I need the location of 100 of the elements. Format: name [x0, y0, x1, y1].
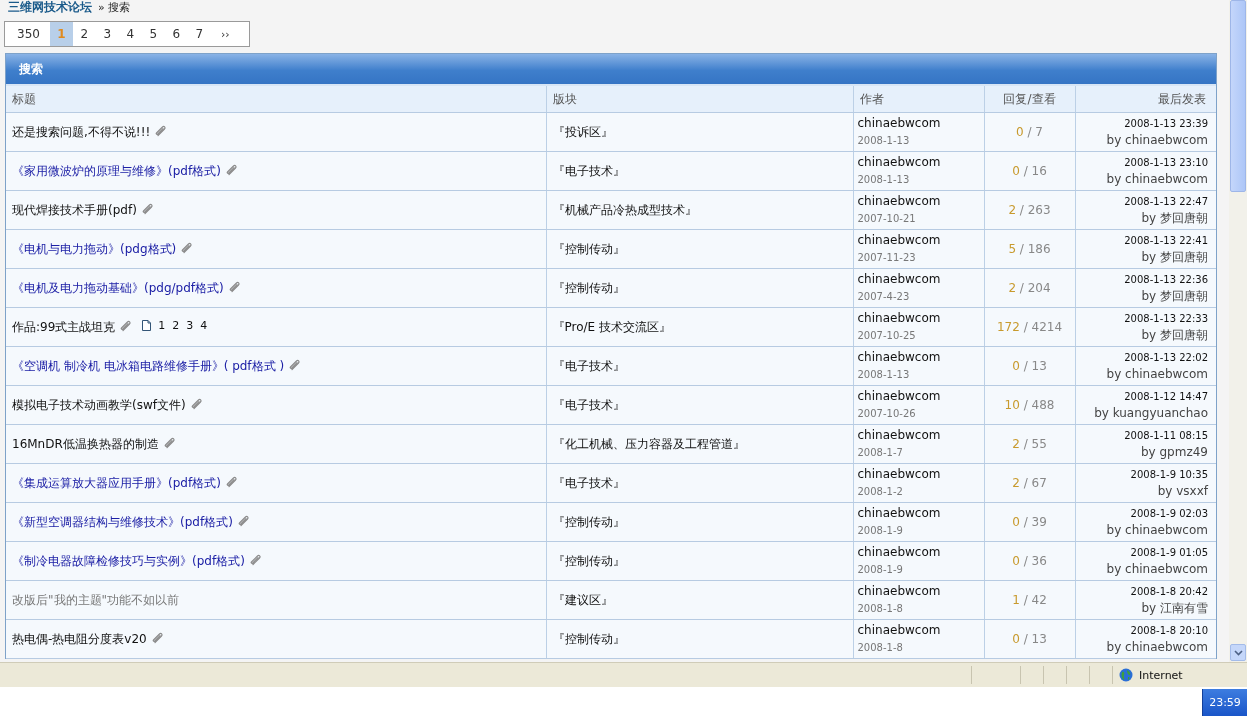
thread-title[interactable]: 《新型空调器结构与维修技术》(pdf格式) [12, 514, 233, 529]
thread-title[interactable]: 《集成运算放大器应用手册》(pdf格式) [12, 475, 221, 490]
last-poster: by vsxxf [1156, 483, 1208, 500]
last-post-time: 2008-1-9 01:05 [1129, 546, 1208, 560]
page-link[interactable]: 4 [118, 22, 142, 46]
page-link[interactable]: 2 [172, 318, 180, 332]
author-link[interactable]: chinaebwcom [857, 271, 978, 288]
column-header: 回复/查看 [984, 86, 1075, 113]
reply-view-count: 2 / 204 [1008, 281, 1051, 295]
board-link[interactable]: 『电子技术』 [552, 358, 625, 373]
post-date: 2008-1-2 [857, 485, 904, 499]
thread-title[interactable]: 《电机及电力拖动基础》(pdg/pdf格式) [12, 280, 224, 295]
post-date: 2008-1-13 [857, 368, 911, 382]
thread-title[interactable]: 《电机与电力拖动》(pdg格式) [12, 241, 177, 256]
next-page-link[interactable]: ›› [210, 22, 230, 46]
last-poster: by chinaebwcom [1105, 522, 1208, 539]
last-post-time: 2008-1-8 20:10 [1129, 624, 1208, 638]
reply-view-count: 0 / 16 [1012, 164, 1047, 178]
last-post-time: 2008-1-13 23:39 [1123, 117, 1208, 131]
reply-view-count: 0 / 13 [1012, 632, 1047, 646]
page-link[interactable]: 4 [200, 318, 208, 332]
post-date: 2008-1-8 [857, 602, 904, 616]
board-link[interactable]: 『控制传动』 [552, 553, 625, 568]
reply-view-count: 10 / 488 [1004, 398, 1055, 412]
post-date: 2007-11-23 [857, 251, 917, 265]
post-date: 2007-10-25 [857, 329, 917, 343]
post-date: 2008-1-7 [857, 446, 904, 460]
last-poster: by 梦回唐朝 [1140, 327, 1208, 344]
author-link[interactable]: chinaebwcom [857, 622, 978, 639]
board-link[interactable]: 『建议区』 [552, 592, 613, 607]
last-poster: by gpmz49 [1139, 444, 1208, 461]
author-link[interactable]: chinaebwcom [857, 154, 978, 171]
last-post-time: 2008-1-12 14:47 [1123, 390, 1208, 404]
last-post-time: 2008-1-8 20:42 [1129, 585, 1208, 599]
forum-link[interactable]: 三维网技术论坛 [8, 0, 92, 16]
board-link[interactable]: 『投诉区』 [552, 124, 613, 139]
author-link[interactable]: chinaebwcom [857, 349, 978, 366]
author-link[interactable]: chinaebwcom [857, 505, 978, 522]
board-link[interactable]: 『电子技术』 [552, 163, 625, 178]
scrollbar[interactable] [1229, 0, 1247, 662]
author-link[interactable]: chinaebwcom [857, 427, 978, 444]
author-link[interactable]: chinaebwcom [857, 115, 978, 132]
total-count: 350 [16, 26, 41, 43]
post-date: 2007-4-23 [857, 290, 911, 304]
last-post-time: 2008-1-13 22:33 [1123, 312, 1208, 326]
board-link[interactable]: 『电子技术』 [552, 475, 625, 490]
board-link[interactable]: 『控制传动』 [552, 631, 625, 646]
thread-title[interactable]: 《空调机 制冷机 电冰箱电路维修手册》( pdf格式 ) [12, 358, 285, 373]
board-link[interactable]: 『化工机械、压力容器及工程管道』 [552, 436, 745, 451]
reply-view-count: 2 / 263 [1008, 203, 1051, 217]
column-header: 版块 [546, 86, 853, 113]
page-link[interactable]: 6 [164, 22, 188, 46]
taskbar-clock[interactable]: 23:59 [1202, 689, 1247, 716]
page-link[interactable]: 3 [95, 22, 119, 46]
breadcrumb-current: » 搜索 [98, 0, 131, 15]
last-poster: by 梦回唐朝 [1140, 249, 1208, 266]
thread-title: 热电偶-热电阻分度表v20 [12, 631, 147, 646]
board-link[interactable]: 『控制传动』 [552, 241, 625, 256]
thread-title: 作品:99式主战坦克 [12, 319, 116, 334]
last-post-time: 2008-1-13 22:41 [1123, 234, 1208, 248]
page-link[interactable]: 5 [141, 22, 165, 46]
author-link[interactable]: chinaebwcom [857, 388, 978, 405]
board-link[interactable]: 『控制传动』 [552, 280, 625, 295]
board-link[interactable]: 『控制传动』 [552, 514, 625, 529]
board-link[interactable]: 『Pro/E 技术交流区』 [552, 319, 671, 334]
page-link[interactable]: 3 [186, 318, 194, 332]
post-date: 2008-1-8 [857, 641, 904, 655]
last-post-time: 2008-1-9 02:03 [1129, 507, 1208, 521]
thread-title[interactable]: 《家用微波炉的原理与维修》(pdf格式) [12, 163, 221, 178]
board-link[interactable]: 『机械产品冷热成型技术』 [552, 202, 697, 217]
column-header: 最后发表 [1075, 86, 1216, 113]
post-date: 2008-1-13 [857, 134, 911, 148]
post-date: 2007-10-26 [857, 407, 917, 421]
thread-title[interactable]: 《制冷电器故障检修技巧与实例》(pdf格式) [12, 553, 245, 568]
last-poster: by chinaebwcom [1105, 171, 1208, 188]
page-link[interactable]: 2 [72, 22, 96, 46]
last-post-time: 2008-1-13 23:10 [1123, 156, 1208, 170]
scroll-down-button[interactable] [1230, 644, 1246, 661]
last-post-time: 2008-1-13 22:02 [1123, 351, 1208, 365]
thread-title: 现代焊接技术手册(pdf) [12, 202, 137, 217]
author-link[interactable]: chinaebwcom [857, 544, 978, 561]
author-link[interactable]: chinaebwcom [857, 232, 978, 249]
author-link[interactable]: chinaebwcom [857, 310, 978, 327]
reply-view-count: 0 / 39 [1012, 515, 1047, 529]
security-zone-label: Internet [1139, 668, 1183, 682]
last-poster: by chinaebwcom [1105, 366, 1208, 383]
last-poster: by chinaebwcom [1105, 639, 1208, 656]
reply-view-count: 0 / 36 [1012, 554, 1047, 568]
page-link[interactable]: 1 [158, 318, 166, 332]
chevron-down-icon [1233, 649, 1243, 656]
author-link[interactable]: chinaebwcom [857, 193, 978, 210]
last-poster: by chinaebwcom [1105, 561, 1208, 578]
last-post-time: 2008-1-9 10:35 [1129, 468, 1208, 482]
scrollbar-thumb[interactable] [1230, 0, 1246, 192]
board-link[interactable]: 『电子技术』 [552, 397, 625, 412]
column-header: 作者 [853, 86, 984, 113]
last-post-time: 2008-1-13 22:47 [1123, 195, 1208, 209]
page-link[interactable]: 7 [187, 22, 211, 46]
author-link[interactable]: chinaebwcom [857, 583, 978, 600]
author-link[interactable]: chinaebwcom [857, 466, 978, 483]
